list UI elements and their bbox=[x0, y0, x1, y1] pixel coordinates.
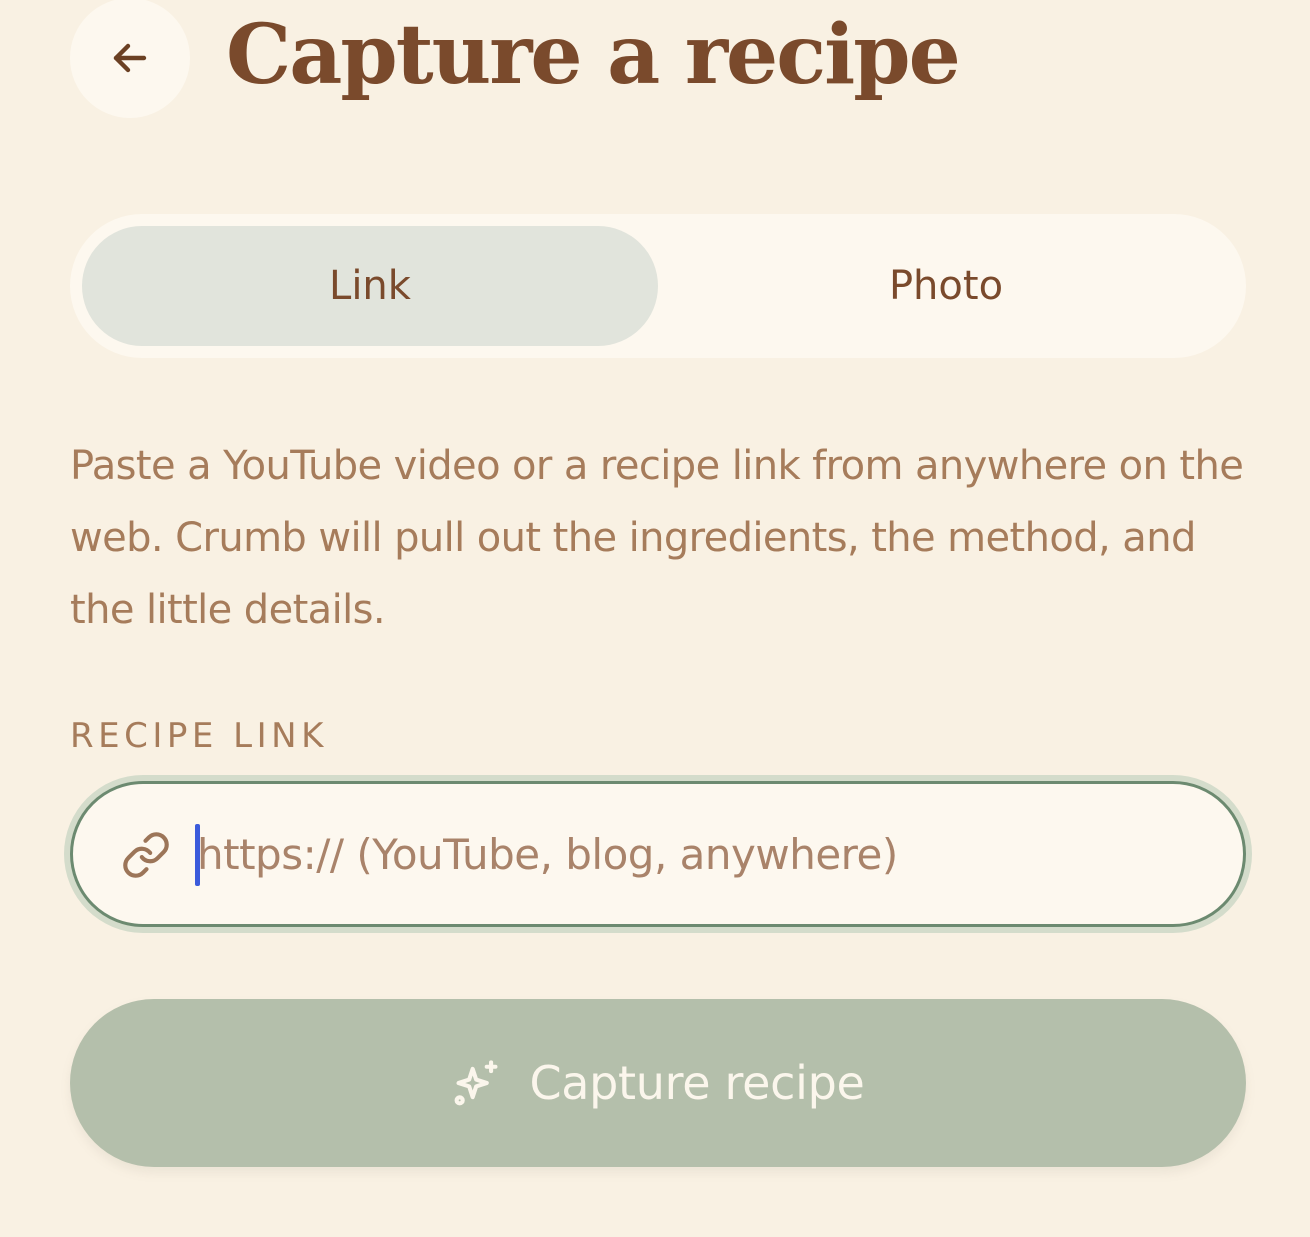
arrow-left-icon bbox=[113, 43, 147, 73]
link-icon bbox=[123, 832, 169, 878]
back-button[interactable] bbox=[70, 0, 190, 118]
mode-segmented-control: Link Photo bbox=[70, 214, 1246, 358]
instructions-text: Paste a YouTube video or a recipe link f… bbox=[70, 443, 1244, 633]
input-placeholder: https:// (YouTube, blog, anywhere) bbox=[197, 829, 898, 879]
page-title: Capture a recipe bbox=[226, 7, 961, 103]
recipe-link-label: RECIPE LINK bbox=[70, 716, 328, 756]
tab-photo[interactable]: Photo bbox=[658, 226, 1234, 346]
text-caret bbox=[195, 824, 200, 886]
recipe-link-input[interactable]: https:// (YouTube, blog, anywhere) bbox=[70, 781, 1246, 927]
sparkle-icon bbox=[455, 1060, 498, 1106]
capture-button-label: Capture recipe bbox=[529, 1056, 865, 1110]
tab-link[interactable]: Link bbox=[82, 226, 658, 346]
capture-recipe-button[interactable]: Capture recipe bbox=[70, 999, 1246, 1167]
